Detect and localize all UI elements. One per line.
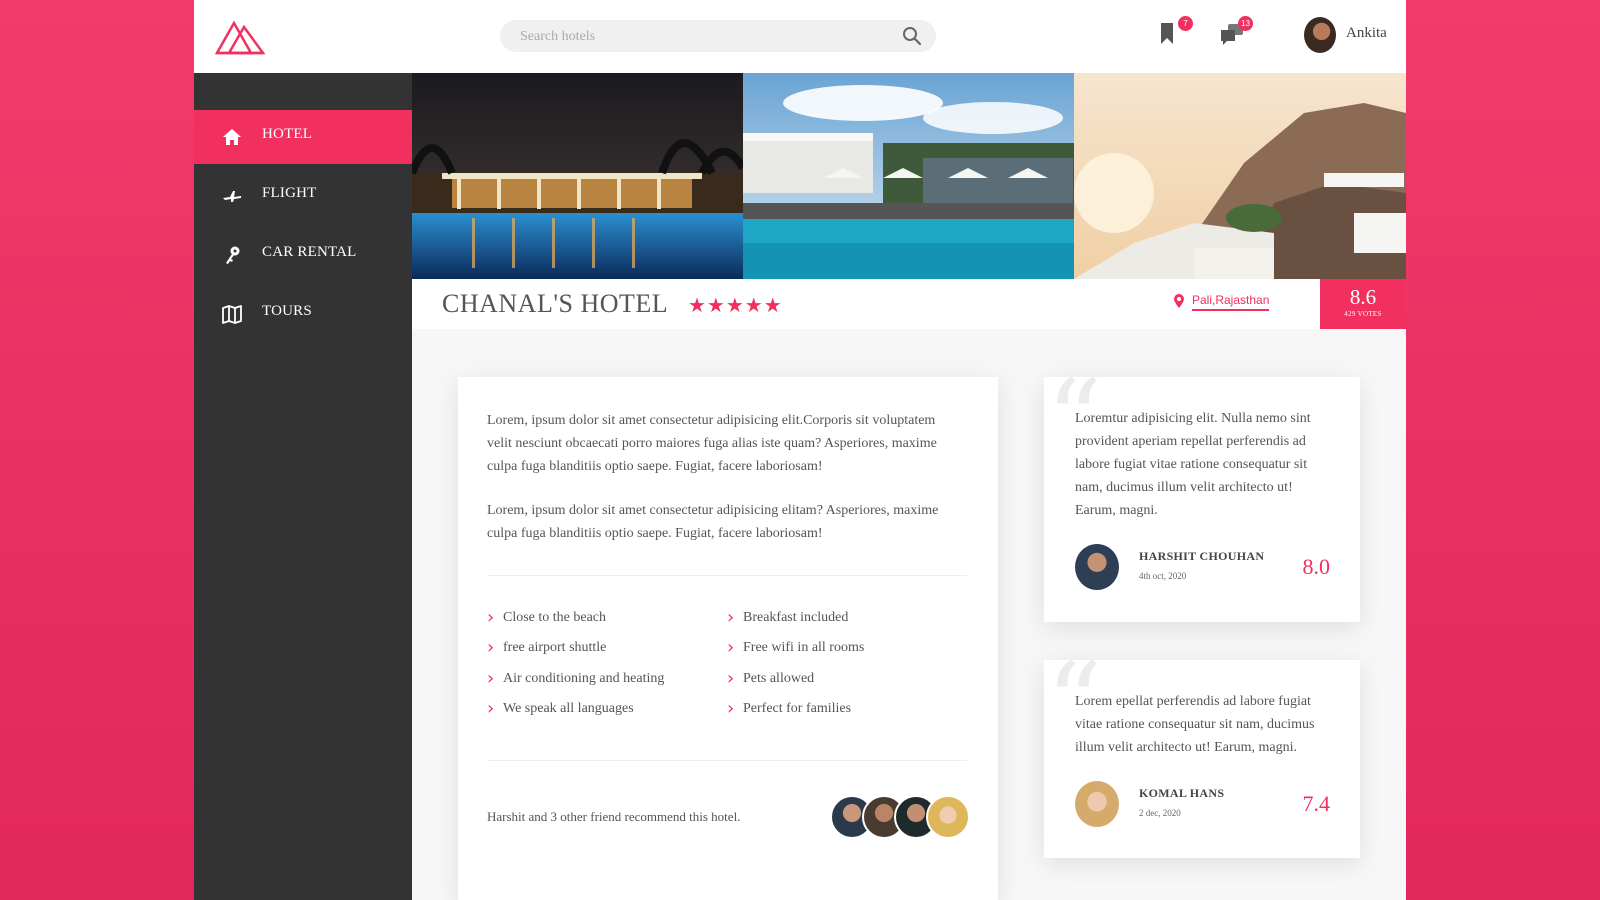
location-text: Pali,Rajasthan: [1192, 293, 1270, 307]
feature-item: Close to the beach: [487, 607, 606, 628]
gallery-photo-cliff-terrace[interactable]: [1074, 73, 1406, 279]
search-bar: [500, 20, 936, 54]
sidebar-item-flight[interactable]: FLIGHT: [194, 169, 412, 223]
feature-item: Pets allowed: [727, 668, 814, 689]
friend-avatar[interactable]: [926, 795, 970, 839]
reviewer-avatar[interactable]: [1075, 544, 1119, 590]
feature-item: Perfect for families: [727, 698, 851, 719]
logo-icon[interactable]: [214, 17, 266, 57]
sidebar-item-tours[interactable]: TOURS: [194, 287, 412, 341]
hotel-title-bar: CHANAL'S HOTEL ★★★★★ Pali,Rajasthan 8.6 …: [412, 279, 1406, 329]
hotel-description-card: Lorem, ipsum dolor sit amet consectetur …: [458, 377, 998, 900]
review-text: Lorem epellat perferendis ad labore fugi…: [1075, 694, 1315, 755]
description-paragraph: Lorem, ipsum dolor sit amet consectetur …: [487, 503, 939, 541]
review-date: 4th oct, 2020: [1139, 571, 1187, 581]
app-window: 7 13 Ankita HOTEL FLIGHT: [194, 0, 1406, 900]
feature-item: Air conditioning and heating: [487, 668, 664, 689]
review-score: 7.4: [1302, 791, 1331, 816]
bookmark-icon: [1161, 23, 1173, 44]
review-card: “ Lorem epellat perferendis ad labore fu…: [1044, 648, 1360, 858]
messages-button[interactable]: 13: [1219, 16, 1253, 48]
reviewer-name: HARSHIT CHOUHAN: [1139, 549, 1265, 563]
sidebar-item-hotel[interactable]: HOTEL: [194, 110, 412, 164]
recommend-text: Harshit and 3 other friend recommend thi…: [487, 809, 741, 824]
star-rating: ★★★★★: [688, 295, 783, 317]
user-avatar[interactable]: [1304, 17, 1336, 53]
hotel-score: 8.6: [1349, 285, 1377, 309]
review-text: Loremtur adipisicing elit. Nulla nemo si…: [1075, 411, 1311, 518]
messages-badge: 13: [1238, 16, 1253, 31]
top-header: 7 13 Ankita: [194, 0, 1406, 73]
feature-item: Breakfast included: [727, 607, 848, 628]
bookmark-button[interactable]: 7: [1159, 16, 1193, 48]
bookmark-badge: 7: [1178, 16, 1193, 31]
sidebar-item-label: CAR RENTAL: [262, 244, 357, 260]
feature-item: Free wifi in all rooms: [727, 637, 864, 658]
map-icon: [222, 305, 242, 324]
reviewer-name: KOMAL HANS: [1139, 786, 1225, 800]
location-pin-icon: [1174, 294, 1184, 308]
hotel-score-box: 8.6 429 VOTES: [1320, 279, 1406, 329]
sidebar-item-car-rental[interactable]: CAR RENTAL: [194, 228, 412, 282]
review-score: 8.0: [1302, 554, 1331, 579]
hotel-name: CHANAL'S HOTEL: [442, 289, 669, 318]
sidebar-item-label: FLIGHT: [262, 185, 317, 201]
gallery-photo-night-pool[interactable]: [412, 73, 743, 279]
divider: [487, 575, 967, 576]
location-link[interactable]: Pali,Rajasthan: [1174, 293, 1270, 311]
divider: [487, 760, 967, 761]
sidebar-item-label: TOURS: [262, 303, 312, 319]
review-card: “ Loremtur adipisicing elit. Nulla nemo …: [1044, 365, 1360, 622]
sidebar: HOTEL FLIGHT CAR RENTAL TOURS: [194, 73, 412, 900]
search-icon[interactable]: [902, 26, 922, 46]
home-icon: [223, 129, 241, 145]
vote-count: 429 VOTES: [1344, 310, 1382, 318]
feature-item: We speak all languages: [487, 698, 634, 719]
review-date: 2 dec, 2020: [1139, 808, 1181, 818]
search-input[interactable]: [518, 20, 892, 54]
gallery-photo-day-pool[interactable]: [743, 73, 1074, 279]
key-icon: [226, 246, 240, 264]
description-paragraph: Lorem, ipsum dolor sit amet consectetur …: [487, 413, 937, 474]
plane-icon: [223, 191, 241, 202]
sidebar-item-label: HOTEL: [262, 126, 313, 142]
user-name[interactable]: Ankita: [1346, 25, 1387, 42]
feature-item: free airport shuttle: [487, 637, 606, 658]
reviewer-avatar[interactable]: [1075, 781, 1119, 827]
